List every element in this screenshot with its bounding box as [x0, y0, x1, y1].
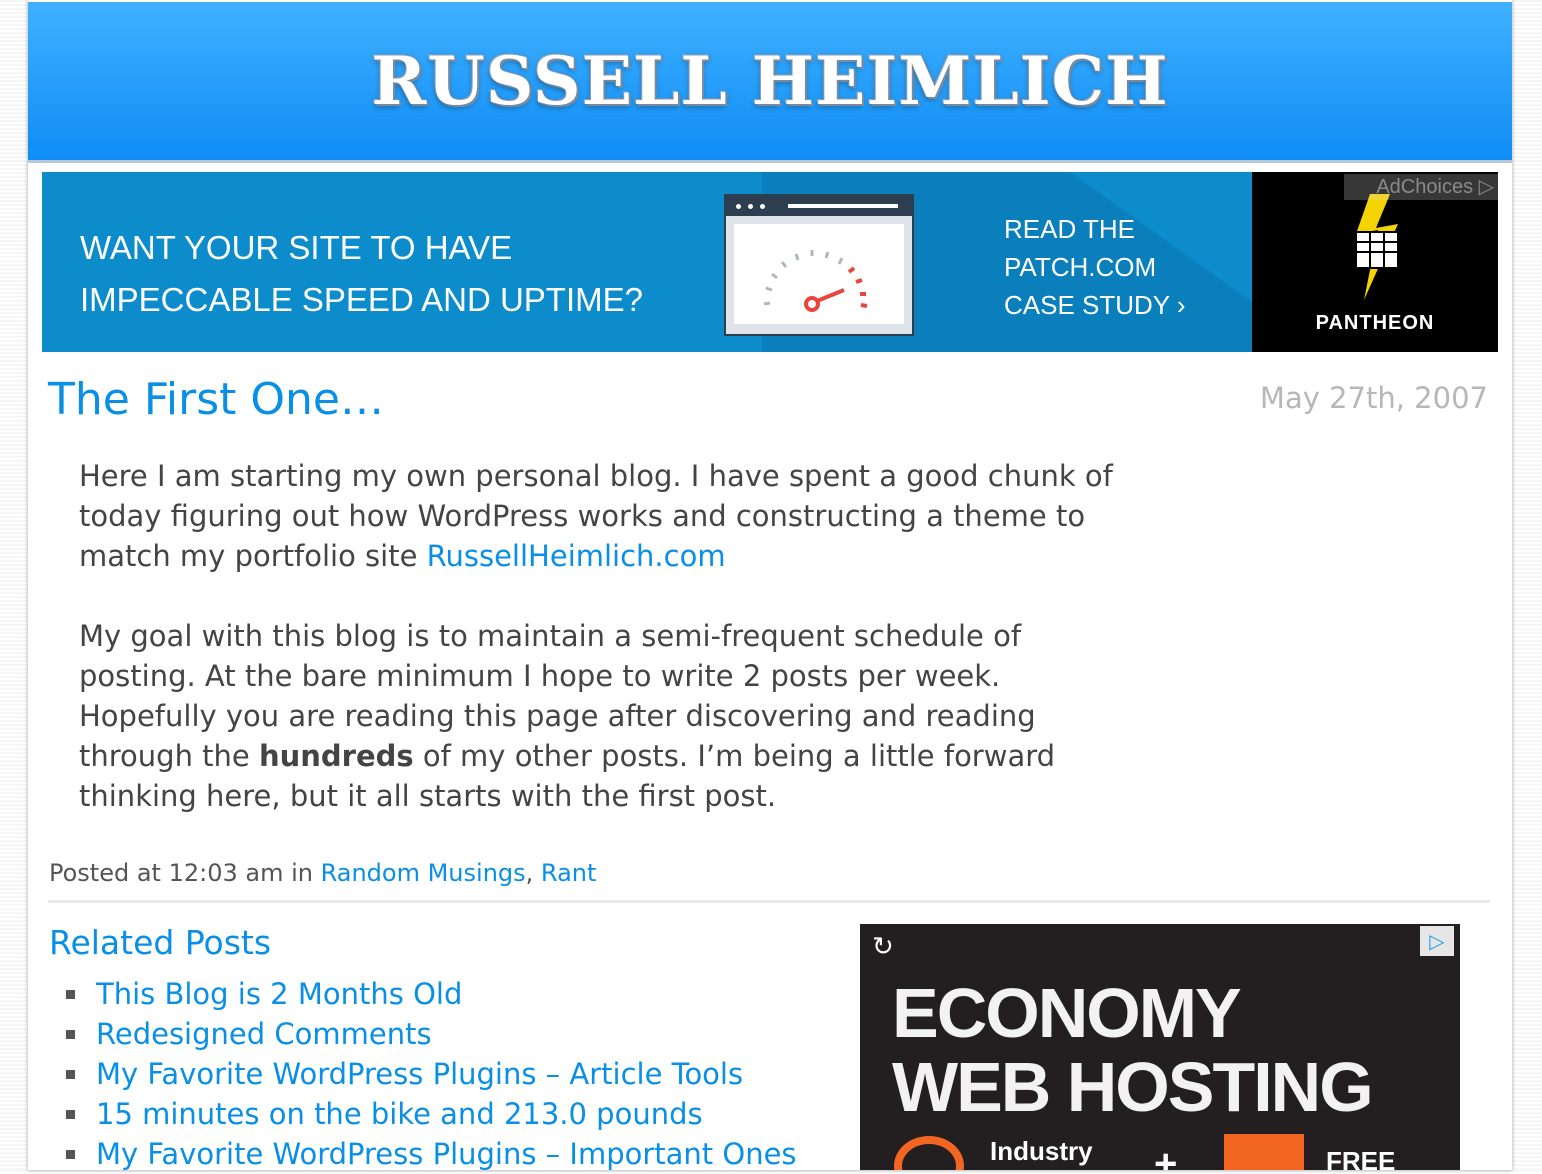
section-divider	[48, 900, 1490, 903]
category-separator: ,	[525, 859, 534, 887]
category-link-random-musings[interactable]: Random Musings	[321, 859, 526, 887]
adchoices-info-icon[interactable]: ▷	[1420, 926, 1454, 956]
post-body: Here I am starting my own personal blog.…	[79, 456, 1119, 856]
related-post-item: Redesigned Comments	[64, 1014, 797, 1054]
bullet-icon	[66, 1070, 75, 1079]
hosting-ad-line2: WEB HOSTING	[892, 1048, 1374, 1126]
related-post-link[interactable]: 15 minutes on the bike and 213.0 pounds	[96, 1097, 703, 1131]
hosting-ad-headline: ECONOMY WEB HOSTING	[892, 974, 1374, 1126]
plus-label: +	[1154, 1142, 1178, 1170]
free-label: FREE	[1326, 1146, 1396, 1170]
sidebar-hosting-ad[interactable]: ↻ ▷ ECONOMY WEB HOSTING Industry + FREE	[860, 924, 1460, 1170]
related-posts-list: This Blog is 2 Months Old Redesigned Com…	[64, 974, 797, 1174]
ad-headline-line2: IMPECCABLE SPEED AND UPTIME?	[80, 281, 643, 318]
bullet-icon	[66, 1110, 75, 1119]
ad-headline: WANT YOUR SITE TO HAVE IMPECCABLE SPEED …	[80, 222, 720, 326]
hosting-ad-line1: ECONOMY	[892, 974, 1242, 1052]
bullet-icon	[66, 990, 75, 999]
site-title-logo[interactable]: RUSSELL HEIMLICH	[28, 36, 1512, 126]
related-post-item: My Favorite WordPress Plugins – Importan…	[64, 1134, 797, 1174]
ad-cta-line1: READ THE	[1004, 214, 1135, 244]
related-post-item: My Favorite WordPress Plugins – Article …	[64, 1054, 797, 1094]
stopwatch-icon	[894, 1136, 964, 1170]
category-link-rant[interactable]: Rant	[541, 859, 596, 887]
bullet-icon	[66, 1150, 75, 1159]
post-paragraph-2: My goal with this blog is to maintain a …	[79, 616, 1119, 816]
site-header: RUSSELL HEIMLICH	[28, 2, 1512, 163]
post-meta: Posted at 12:03 am in Random Musings, Ra…	[49, 856, 596, 890]
ad-cta-line3: CASE STUDY ›	[1004, 290, 1186, 320]
ad-cta-line2: PATCH.COM	[1004, 252, 1157, 282]
speedometer-browser-icon	[724, 194, 914, 336]
related-post-item: 15 minutes on the bike and 213.0 pounds	[64, 1094, 797, 1134]
related-post-link[interactable]: My Favorite WordPress Plugins – Importan…	[96, 1137, 797, 1171]
pantheon-brand-name: PANTHEON	[1315, 312, 1435, 334]
post-paragraph-2-bold: hundreds	[258, 739, 414, 773]
post-meta-prefix: Posted at 12:03 am in	[49, 859, 321, 887]
adchoices-badge[interactable]: AdChoices ▷	[1344, 174, 1498, 200]
post-date: May 27th, 2007	[1259, 381, 1488, 415]
related-post-link[interactable]: Redesigned Comments	[96, 1017, 432, 1051]
related-post-link[interactable]: This Blog is 2 Months Old	[96, 977, 462, 1011]
post-paragraph-1: Here I am starting my own personal blog.…	[79, 456, 1119, 576]
post-title[interactable]: The First One…	[48, 372, 384, 428]
portfolio-link[interactable]: RussellHeimlich.com	[427, 539, 726, 573]
ad-headline-line1: WANT YOUR SITE TO HAVE	[80, 229, 513, 266]
industry-label: Industry	[990, 1136, 1093, 1166]
replay-icon[interactable]: ↻	[872, 932, 894, 962]
ad-cta-link[interactable]: READ THE PATCH.COM CASE STUDY ›	[1004, 210, 1186, 324]
bullet-icon	[66, 1030, 75, 1039]
page-container: RUSSELL HEIMLICH WANT YOUR SITE TO HAVE …	[28, 0, 1512, 1171]
domain-badge-icon	[1224, 1134, 1304, 1170]
top-banner-ad[interactable]: WANT YOUR SITE TO HAVE IMPECCABLE SPEED …	[42, 172, 1498, 352]
related-posts-title: Related Posts	[49, 923, 272, 962]
related-post-item: This Blog is 2 Months Old	[64, 974, 797, 1014]
related-post-link[interactable]: My Favorite WordPress Plugins – Article …	[96, 1057, 743, 1091]
